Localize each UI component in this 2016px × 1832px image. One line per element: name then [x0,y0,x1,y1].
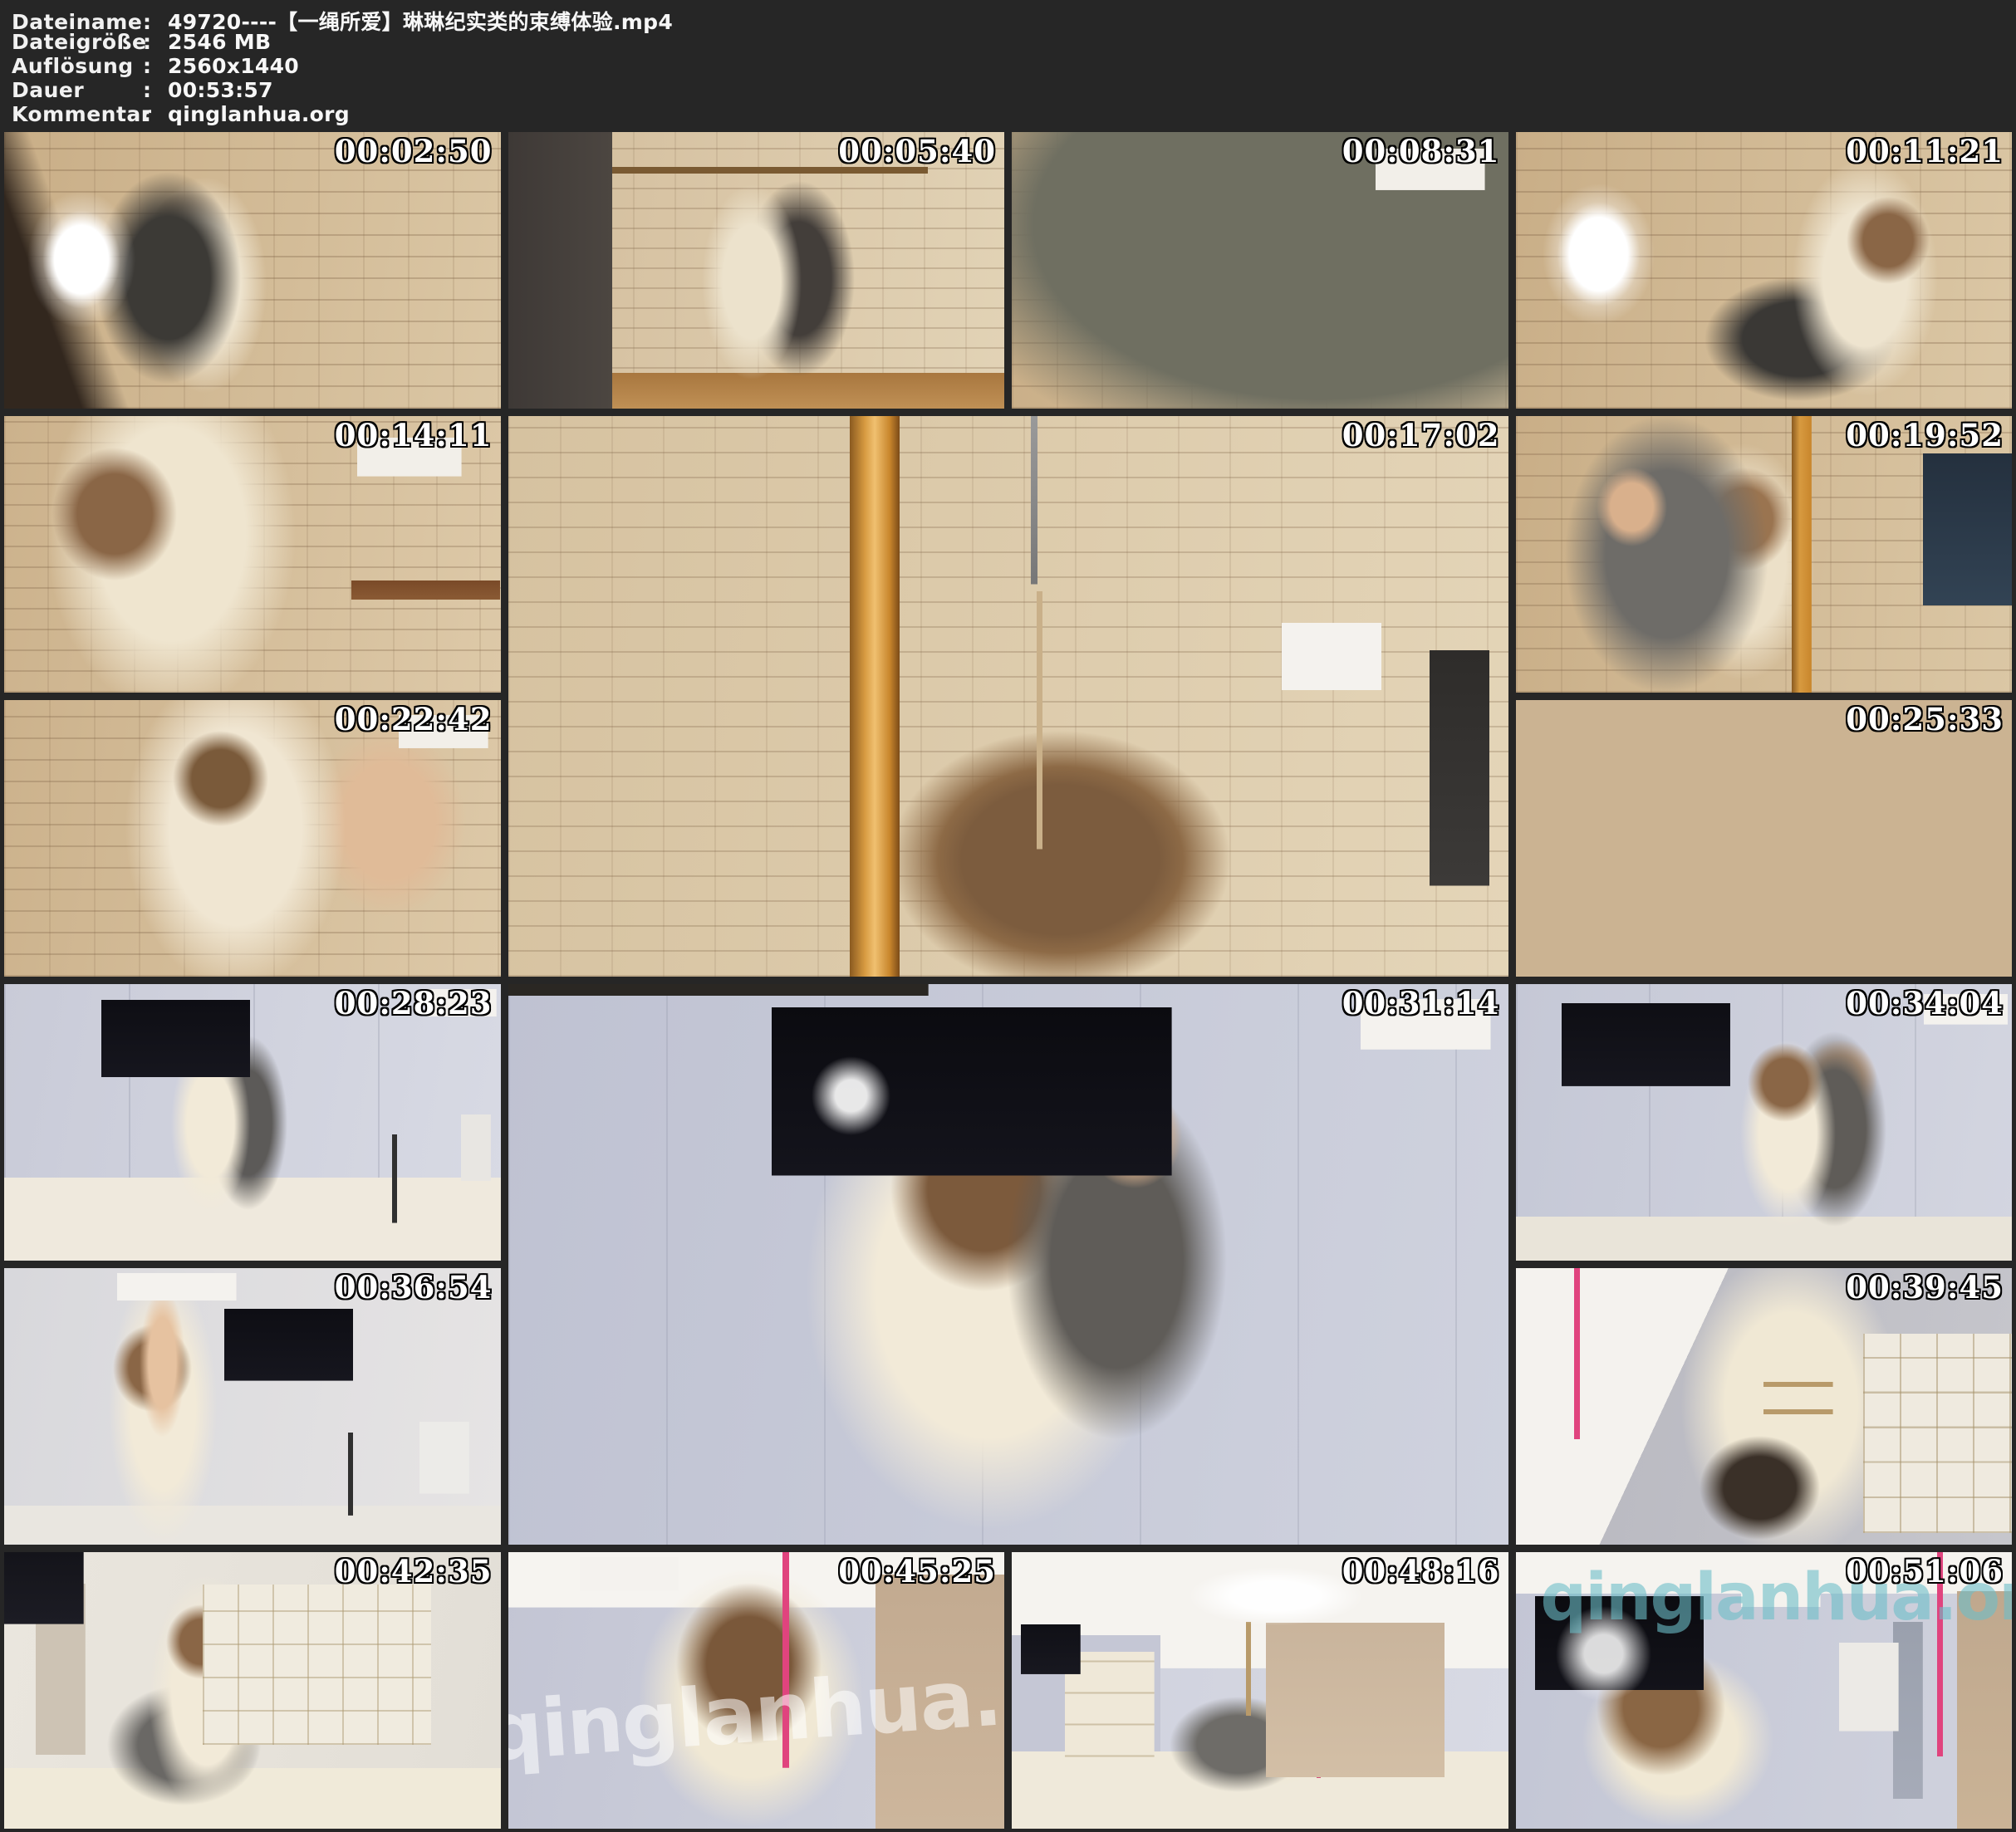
meta-value-duration: 00:53:57 [168,78,273,102]
timestamp-overlay: 00:05:40 [838,136,996,167]
timestamp-overlay: 00:48:16 [1342,1556,1500,1587]
meta-label: Kommentar [12,102,143,126]
thumbnail-8: 00:22:42 [4,700,501,977]
thumbnail-7: 00:19:52 [1516,416,2013,693]
timestamp-overlay: 00:17:02 [1342,420,1500,451]
timestamp-overlay: 00:28:23 [335,988,493,1019]
thumbnail-grid: 00:02:50 00:05:40 00:08:31 00:11:21 00:1… [4,132,2012,1829]
meta-separator: : [143,30,168,54]
timestamp-overlay: 00:39:45 [1846,1272,2004,1303]
thumbnail-1: 00:02:50 [4,132,501,409]
meta-label: Dauer [12,78,143,102]
timestamp-overlay: 00:25:33 [1846,704,2004,735]
file-metadata-header: Dateiname : 49720----【一绳所爱】琳琳纪实类的束缚体验.mp… [0,0,2016,130]
thumbnail-18: qinglanhua.org 00:51:06 [1516,1552,2013,1829]
timestamp-overlay: 00:36:54 [335,1272,493,1303]
meta-value-filesize: 2546 MB [168,30,271,54]
thumbnail-13: 00:36:54 [4,1268,501,1545]
meta-value-comment: qinglanhua.org [168,102,350,126]
meta-separator: : [143,78,168,102]
thumbnail-12: 00:34:04 [1516,984,2013,1261]
thumbnail-15: 00:42:35 [4,1552,501,1829]
meta-field-aufloesung: Auflösung : 2560x1440 [12,54,2016,78]
timestamp-overlay: 00:34:04 [1846,988,2004,1019]
meta-label: Dateigröße [12,30,143,54]
timestamp-overlay: 00:08:31 [1342,136,1500,167]
meta-separator: : [143,54,168,78]
meta-field-dauer: Dauer : 00:53:57 [12,78,2016,102]
timestamp-overlay: 00:22:42 [335,704,493,735]
thumbnail-10: 00:28:23 [4,984,501,1261]
thumbnail-6-large: 00:17:02 [508,416,1508,977]
thumbnail-3: 00:08:31 [1012,132,1508,409]
timestamp-overlay: 00:11:21 [1846,136,2004,167]
meta-value-resolution: 2560x1440 [168,54,299,78]
thumbnail-4: 00:11:21 [1516,132,2013,409]
meta-label: Auflösung [12,54,143,78]
meta-field-dateiname: Dateiname : 49720----【一绳所爱】琳琳纪实类的束缚体验.mp… [12,6,2016,30]
thumbnail-17: 00:48:16 [1012,1552,1508,1829]
timestamp-overlay: 00:02:50 [335,136,493,167]
thumbnail-14: 00:39:45 [1516,1268,2013,1545]
thumbnail-5: 00:14:11 [4,416,501,693]
timestamp-overlay: 00:19:52 [1846,420,2004,451]
timestamp-overlay: 00:42:35 [335,1556,493,1587]
timestamp-overlay: 00:51:06 [1846,1556,2004,1587]
thumbnail-9: 00:25:33 [1516,700,2013,977]
timestamp-overlay: 00:31:14 [1342,988,1500,1019]
thumbnail-11-large: 00:31:14 [508,984,1508,1545]
timestamp-overlay: 00:45:25 [838,1556,996,1587]
thumbnail-16: qinglanhua.net 00:45:25 [508,1552,1005,1829]
timestamp-overlay: 00:14:11 [335,420,493,451]
meta-separator: : [143,102,168,126]
thumbnail-2: 00:05:40 [508,132,1005,409]
watermark-text: qinglanhua.net [508,1641,1005,1780]
meta-field-kommentar: Kommentar : qinglanhua.org [12,102,2016,126]
